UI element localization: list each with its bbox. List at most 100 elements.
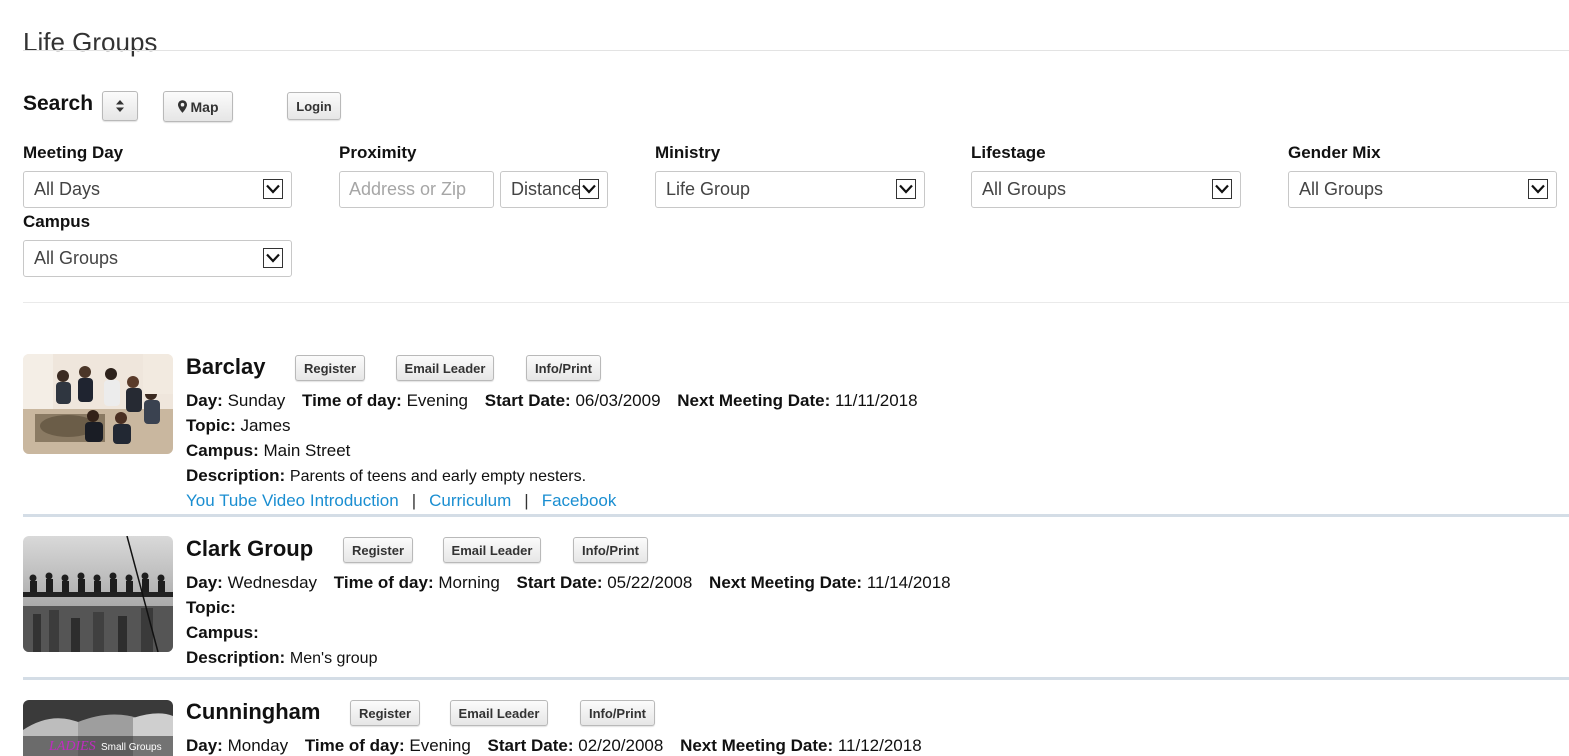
meeting-day-select[interactable]: All Days [23,171,292,208]
campus-value: All Groups [34,248,119,268]
info-print-button[interactable]: Info/Print [526,355,601,381]
lifestage-value: All Groups [982,179,1067,199]
campus-label: Campus: [186,441,259,460]
description-value: Parents of teens and early empty nesters… [289,468,587,485]
start-date-value: 06/03/2009 [575,391,661,410]
email-leader-button[interactable]: Email Leader [396,355,494,381]
chevron-down-icon [1212,179,1232,199]
ministry-label: Ministry [655,143,721,162]
day-label: Day: [186,573,223,592]
day-label: Day: [186,391,223,410]
next-meeting-value: 11/11/2018 [835,391,918,410]
info-print-button[interactable]: Info/Print [580,700,655,726]
topic-value: James [240,416,291,435]
start-date-value: 02/20/2008 [578,736,664,755]
group-links: You Tube Video Introduction | Curriculum | F… [186,491,616,511]
gender-mix-value: All Groups [1299,179,1384,199]
meeting-day-value: All Days [34,179,101,199]
topic-label: Topic: [186,598,236,617]
chevron-down-icon [1528,179,1548,199]
map-marker-icon [177,100,187,113]
description-line: Description: Parents of teens and early … [186,466,586,486]
time-label: Time of day: [333,573,434,592]
schedule-line: Day: Sunday Time of day: Evening Start D… [186,391,918,411]
address-zip-input[interactable] [339,171,494,208]
topic-label: Topic: [186,416,236,435]
next-meeting-value: 11/12/2018 [837,736,922,755]
chevron-down-icon [263,179,283,199]
time-value: Morning [438,573,500,592]
group-name: Barclay [186,354,266,379]
group-name: Clark Group [186,536,314,561]
lifestage-select[interactable]: All Groups [971,171,1241,208]
topic-line: Topic: [186,598,236,618]
info-print-button[interactable]: Info/Print [573,537,648,563]
distance-value: Distance [511,179,582,199]
ministry-value: Life Group [666,179,751,199]
email-leader-button[interactable]: Email Leader [450,700,548,726]
description-value: Men's group [289,650,378,667]
register-button[interactable]: Register [343,537,413,563]
time-label: Time of day: [302,391,402,410]
campus-label: Campus [23,212,91,231]
map-button[interactable]: Map [163,91,233,122]
proximity-label: Proximity [339,143,417,162]
campus-line: Campus: [186,623,259,643]
register-button[interactable]: Register [295,355,365,381]
group-photo[interactable] [23,354,173,454]
time-label: Time of day: [304,736,405,755]
facebook-link[interactable]: Facebook [542,491,617,510]
title-divider [23,50,1569,51]
email-leader-button[interactable]: Email Leader [443,537,541,563]
day-label: Day: [186,736,223,755]
gender-mix-select[interactable]: All Groups [1288,171,1557,208]
sort-icon [116,100,124,112]
time-value: Evening [406,391,468,410]
start-date-value: 05/22/2008 [607,573,693,592]
link-separator: | [411,491,417,510]
distance-select[interactable]: Distance [500,171,608,208]
group-photo[interactable]: LADIES Small Groups [23,700,173,756]
description-label: Description: [186,466,286,485]
map-button-label: Map [190,98,219,115]
meeting-day-label: Meeting Day [23,143,124,162]
day-value: Wednesday [227,573,318,592]
chevron-down-icon [579,179,599,199]
schedule-line: Day: Monday Time of day: Evening Start D… [186,736,922,756]
search-toggle-button[interactable] [102,91,138,121]
chevron-down-icon [263,248,283,268]
day-value: Sunday [227,391,286,410]
schedule-line: Day: Wednesday Time of day: Morning Star… [186,573,951,593]
day-value: Monday [227,736,289,755]
group-card: Barclay Register Email Leader Info/Print… [23,354,1569,514]
curriculum-link[interactable]: Curriculum [429,491,511,510]
group-divider [23,677,1569,680]
chevron-down-icon [896,179,916,199]
ministry-select[interactable]: Life Group [655,171,925,208]
group-card: LADIES Small Groups Cunningham Register … [23,699,1569,756]
start-date-label: Start Date: [484,391,571,410]
time-value: Evening [409,736,471,755]
ladies-text: LADIES [48,739,96,754]
campus-value: Main Street [263,441,351,460]
next-meeting-label: Next Meeting Date: [709,573,863,592]
topic-line: Topic: James [186,416,291,436]
register-button[interactable]: Register [350,700,420,726]
page-title: Life Groups [23,27,158,58]
youtube-link[interactable]: You Tube Video Introduction [186,491,399,510]
start-date-label: Start Date: [487,736,574,755]
group-card: Clark Group Register Email Leader Info/P… [23,536,1569,671]
section-divider [23,302,1569,303]
group-name: Cunningham [186,699,321,724]
campus-select[interactable]: All Groups [23,240,292,277]
description-line: Description: Men's group [186,648,377,668]
gender-mix-label: Gender Mix [1288,143,1381,162]
next-meeting-label: Next Meeting Date: [680,736,834,755]
small-groups-text: Small Groups [101,742,162,753]
login-button[interactable]: Login [287,92,341,120]
campus-label: Campus: [186,623,259,642]
lifestage-label: Lifestage [971,143,1046,162]
group-photo[interactable] [23,536,173,652]
description-label: Description: [186,648,286,667]
next-meeting-label: Next Meeting Date: [677,391,831,410]
